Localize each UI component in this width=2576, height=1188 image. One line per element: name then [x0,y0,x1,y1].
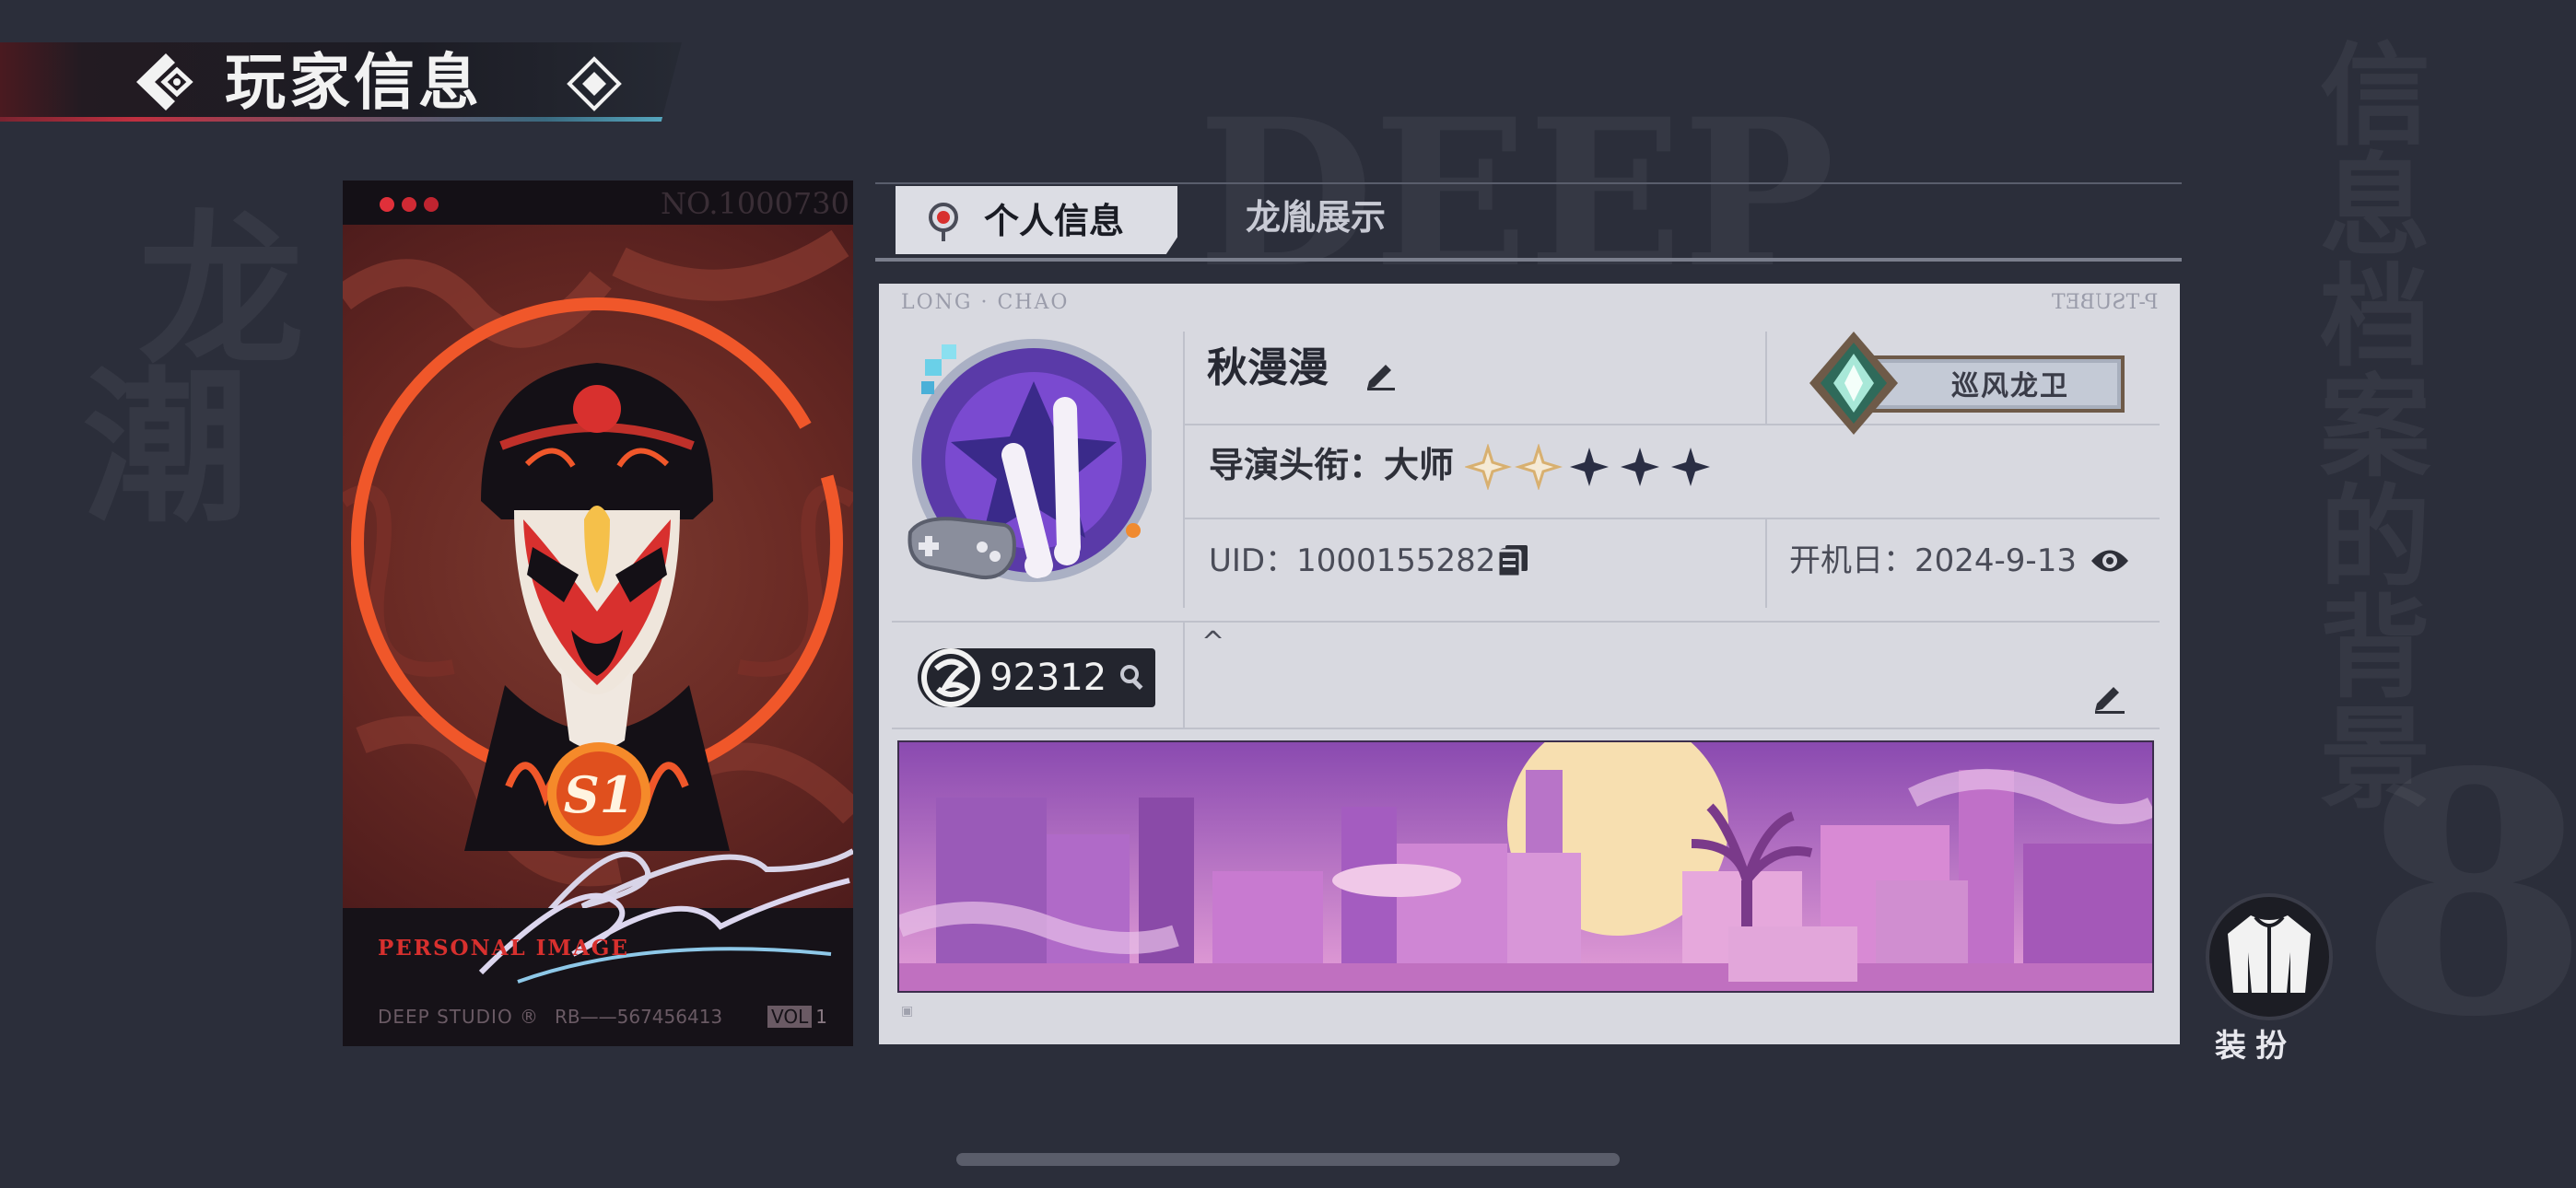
avatar[interactable] [903,335,1155,602]
profile-panel: LONG · CHAO P-TSUBET 秋漫漫 巡风龙卫 导演头衔：大师 UI… [879,284,2180,1044]
diamond-icon [567,56,622,111]
star-rating [1463,442,1710,492]
profile-banner[interactable] [897,740,2154,993]
card-number: NO.1000730 [660,186,849,221]
score-value: 92312 [989,657,1107,699]
vol-number: 1 [815,1006,827,1028]
player-name: 秋漫漫 [1207,344,1329,391]
rb-code: RB——567456413 [555,1006,723,1028]
city-banner-illustration [899,742,2152,991]
opera-mask-artwork: S1 [343,225,853,908]
vol-label: VOL 1 [767,1006,827,1028]
panel-footer-decoration: ▣ [901,1004,915,1019]
star-icon [1570,448,1609,486]
divider [1765,332,1767,424]
signature-text: ^ [1201,626,1225,658]
vol-text: VOL [767,1006,813,1028]
divider [892,728,2160,729]
home-indicator[interactable] [956,1153,1620,1166]
tab-longyin-display[interactable]: 龙胤展示 [1246,195,1386,239]
jacket-icon [2228,915,2311,993]
avatar-image [907,339,1155,582]
location-pin-icon [929,203,958,241]
back-button[interactable] [131,50,201,114]
copy-icon [1496,545,1528,578]
dress-up-button[interactable] [2206,893,2333,1020]
bg-decor-glyph: 龙 [138,194,305,389]
signature-scribble [478,878,850,984]
personal-image-card[interactable]: NO.1000730 S1 PERSONAL IMAGE DEEP STUDIO… [343,181,853,1046]
tab-personal-info[interactable]: 个人信息 [896,186,1177,254]
divider [892,621,2160,623]
bg-decor-glyph: 潮 [83,351,250,545]
bg-decor-glyph: 8 [2359,700,2576,1089]
tab-bar-bottom-line [875,258,2182,262]
card-dot [380,197,394,212]
pencil-icon [2095,687,2125,714]
edit-signature-button[interactable] [2091,680,2126,715]
star-icon [1621,448,1659,486]
page-title: 玩家信息 [225,47,483,118]
opera-mask-illustration: S1 [343,229,853,908]
visibility-toggle[interactable] [2090,545,2130,577]
card-dot [402,197,416,212]
divider [1183,518,2160,519]
tab-personal-info-label: 个人信息 [984,201,1125,241]
divider [1183,332,1185,608]
search-icon [1120,665,1143,691]
eye-icon [2091,550,2128,572]
tab-bar-top-line [875,182,2182,184]
edit-name-button[interactable] [1364,357,1397,390]
dress-up-label: 装扮 [2215,1028,2296,1065]
diamond-menu-button[interactable] [566,55,623,112]
copy-uid-button[interactable] [1496,543,1529,578]
studio-label: DEEP STUDIO ® [378,1006,540,1028]
pencil-icon [1367,365,1395,390]
boot-date: 开机日：2024-9-13 [1789,542,2077,579]
back-arrow-icon [136,53,193,111]
star-icon [1514,442,1563,492]
dragon-emblem [921,648,980,707]
dragon-logo-icon [919,646,982,709]
director-title: 导演头衔：大师 [1209,445,1455,485]
star-icon [1463,442,1513,492]
divider [1183,621,1185,728]
star-icon [1671,448,1710,486]
personal-image-label: PERSONAL IMAGE [378,936,629,961]
season-badge: S1 [564,765,635,824]
panel-tag-right: P-TSUBET [2051,291,2158,314]
score-search-button[interactable] [1118,663,1146,691]
bg-decor-glyph: 信息档案的背景 [2301,37,2430,810]
panel-tag: LONG · CHAO [901,291,1070,314]
card-dot [424,197,439,212]
uid-text: UID：10001552829 [1209,542,1516,579]
tab-bar: 个人信息 龙胤展示 [875,182,2182,262]
director-stars [1463,442,1714,492]
rank-badge-label: 巡风龙卫 [1951,370,2069,402]
divider [1765,519,1767,608]
